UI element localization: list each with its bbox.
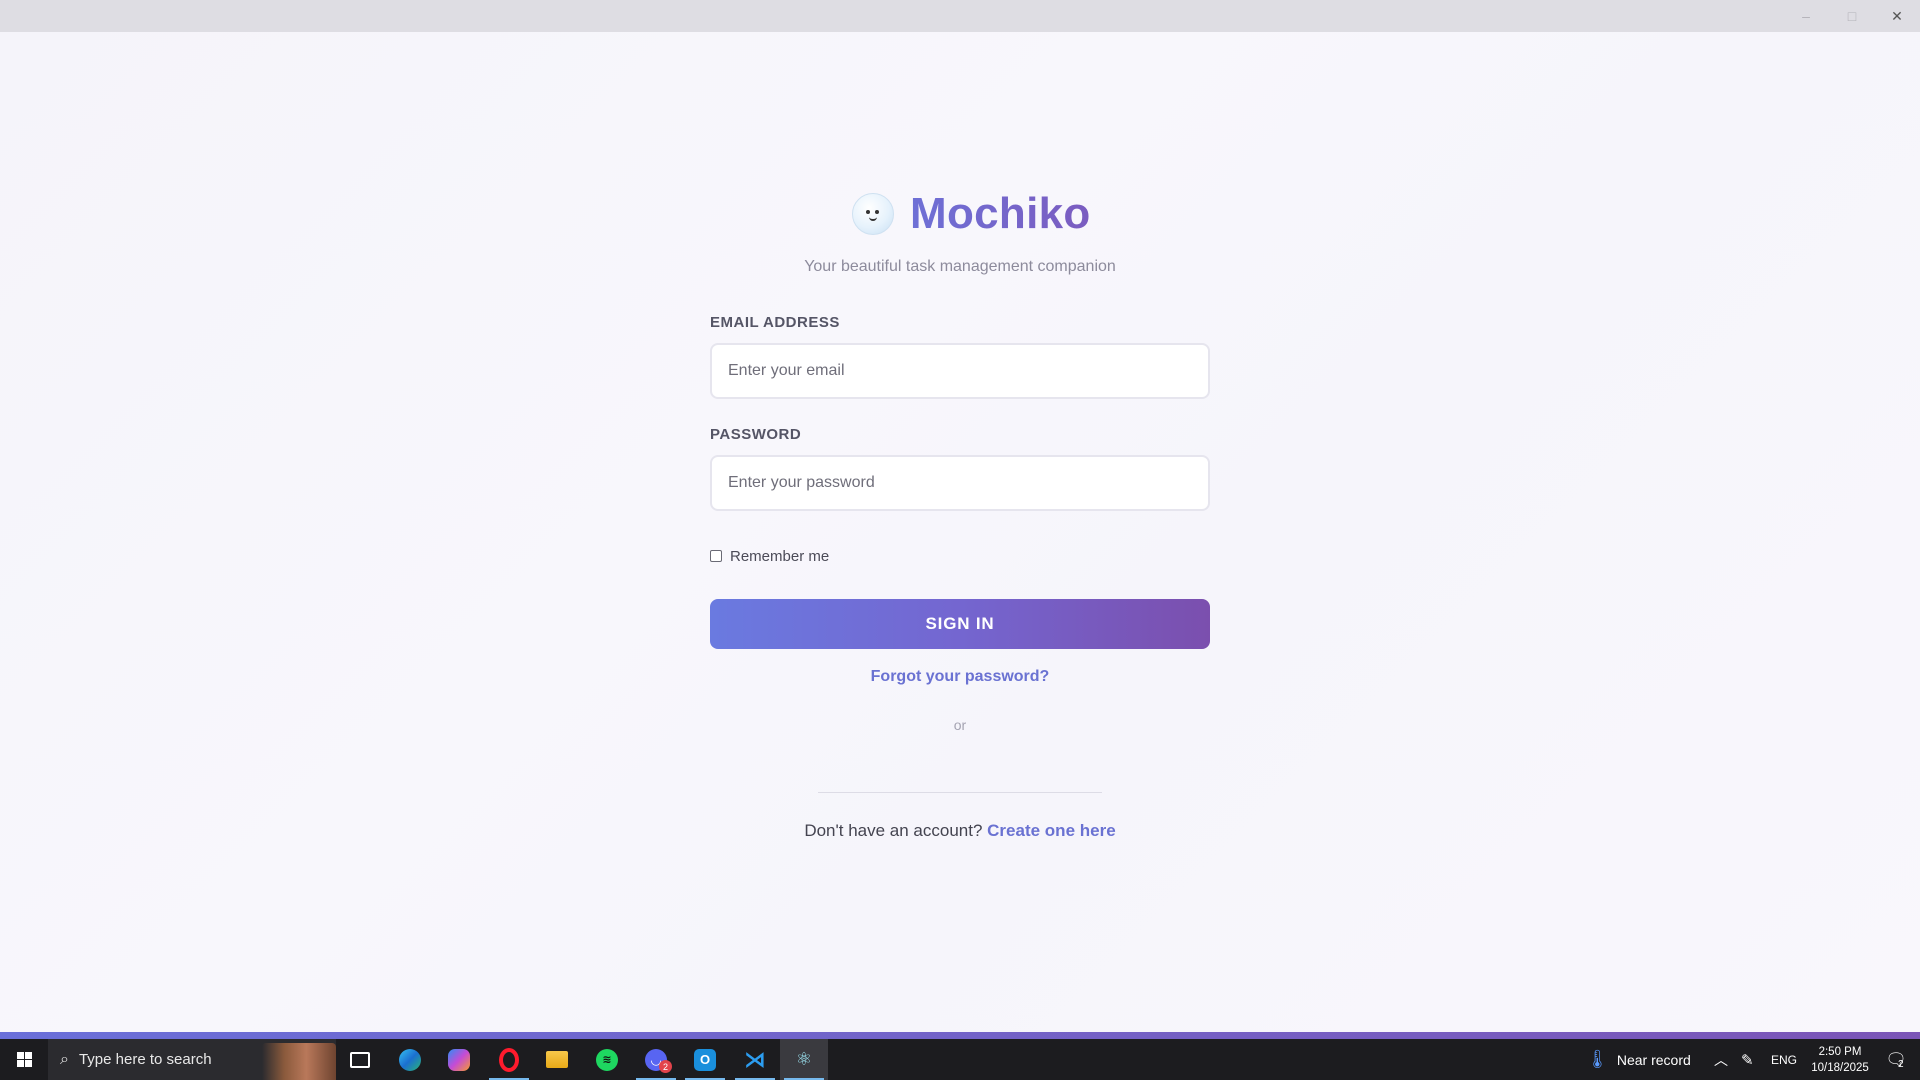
create-account-link[interactable]: Create one here [987,821,1116,840]
email-label: EMAIL ADDRESS [710,314,840,331]
smiling-mochi-face-icon [852,193,894,235]
remember-me-row[interactable]: Remember me [710,546,829,566]
windows-logo-icon [16,1052,32,1067]
task-view-icon [350,1051,370,1068]
app-title: Mochiko [910,189,1091,238]
electron-app-button[interactable]: ⚛ [780,1039,828,1080]
password-label: PASSWORD [710,426,802,443]
signup-prompt: Don't have an account? [804,821,983,840]
edge-icon [399,1048,421,1071]
signup-prompt-row: Don't have an account? Create one here [0,821,1920,841]
divider [818,792,1102,793]
outlook-button[interactable]: O [681,1039,729,1080]
tagline: Your beautiful task management companion [804,258,1116,275]
forgot-password-row: Forgot your password? [0,668,1920,686]
brand-header: Mochiko [852,189,1091,238]
discord-badge: 2 [659,1060,672,1073]
maximize-button[interactable]: □ [1829,0,1875,32]
window-title-bar: – □ ✕ [0,0,1920,32]
remember-me-label[interactable]: Remember me [730,548,829,565]
show-hidden-icons-button[interactable]: ︿ [1714,1039,1728,1080]
folder-icon [546,1051,568,1068]
task-view-button[interactable] [336,1039,384,1080]
language-indicator[interactable]: ENG [1771,1039,1797,1080]
start-button[interactable] [0,1039,48,1080]
chevron-up-icon: ︿ [1714,1051,1728,1068]
sign-in-button[interactable]: SIGN IN [710,599,1210,649]
edge-button[interactable] [386,1039,434,1080]
taskbar: ⌕ Type here to search ≋ ◡ 2 O ⋊ ⚛ 🌡 Near… [0,1039,1920,1080]
spotify-button[interactable]: ≋ [583,1039,631,1080]
opera-button[interactable] [485,1039,533,1080]
forgot-password-link[interactable]: Forgot your password? [871,668,1050,685]
vscode-button[interactable]: ⋊ [731,1039,779,1080]
electron-icon: ⚛ [795,1049,813,1069]
close-button[interactable]: ✕ [1874,0,1920,32]
remember-me-checkbox[interactable] [710,550,722,562]
copilot-icon [448,1048,470,1071]
pen-menu-button[interactable]: ✎ [1741,1039,1754,1080]
copilot-button[interactable] [435,1039,483,1080]
weather-text: Near record [1616,1051,1691,1068]
taskbar-search-box[interactable]: ⌕ Type here to search [48,1039,336,1080]
search-icon: ⌕ [60,1050,69,1068]
thermometer-icon: 🌡 [1586,1049,1609,1069]
notification-center-button[interactable]: 🗨 2 [1876,1039,1916,1080]
notification-count: 2 [1898,1059,1904,1070]
clock-date: 10/18/2025 [1811,1061,1869,1074]
opera-icon [499,1047,519,1072]
file-explorer-button[interactable] [533,1039,581,1080]
email-field[interactable] [710,343,1210,399]
or-separator: or [953,717,967,733]
weather-widget[interactable]: 🌡 Near record [1586,1039,1691,1080]
login-screen [0,32,1920,1032]
search-placeholder: Type here to search [78,1051,212,1068]
vscode-icon: ⋊ [744,1046,766,1072]
password-field[interactable] [710,455,1210,511]
discord-button[interactable]: ◡ 2 [632,1039,680,1080]
app-bottom-accent-bar [0,1032,1920,1039]
clock-time: 2:50 PM [1818,1045,1862,1058]
clock[interactable]: 2:50 PM 10/18/2025 [1805,1039,1875,1080]
outlook-icon: O [694,1048,716,1071]
search-highlight-image [262,1043,336,1080]
minimize-button[interactable]: – [1783,0,1829,32]
spotify-icon: ≋ [596,1048,618,1071]
pen-icon: ✎ [1741,1051,1754,1069]
